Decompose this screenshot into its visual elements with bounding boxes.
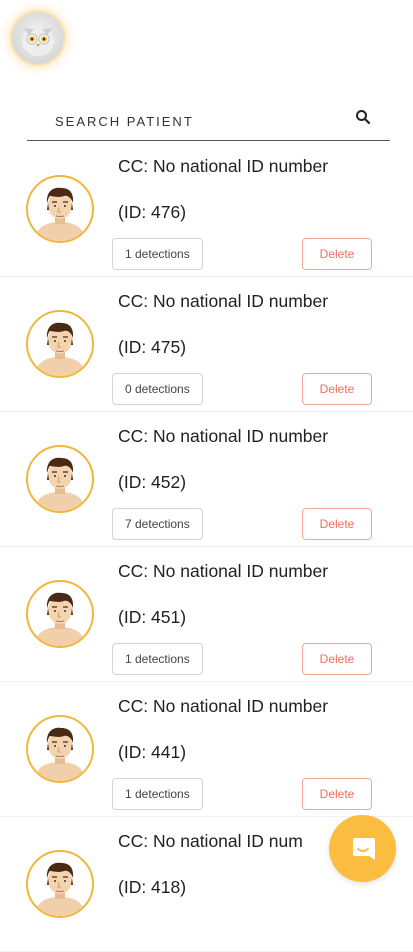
- patient-name: CC: No national ID number: [118, 696, 329, 716]
- patient-avatar-icon: [34, 862, 86, 916]
- patient-name: CC: No national ID number: [118, 426, 329, 446]
- search-bar: [27, 102, 390, 141]
- patient-name: CC: No national ID number: [118, 561, 329, 581]
- delete-button[interactable]: Delete: [302, 373, 372, 405]
- detections-button[interactable]: 0 detections: [112, 373, 203, 405]
- patient-avatar: [26, 175, 94, 243]
- detections-button[interactable]: 1 detections: [112, 643, 203, 675]
- patient-name: CC: No national ID num: [118, 831, 303, 851]
- detections-button[interactable]: 7 detections: [112, 508, 203, 540]
- patient-avatar-icon: [34, 592, 86, 646]
- delete-button[interactable]: Delete: [302, 508, 372, 540]
- patient-row[interactable]: CC: No national ID number (ID: 452) 7 de…: [0, 412, 413, 547]
- patient-avatar-icon: [34, 457, 86, 511]
- patient-avatar-icon: [34, 322, 86, 376]
- patient-id: (ID: 441): [118, 742, 187, 762]
- patient-name: CC: No national ID number: [118, 156, 329, 176]
- patient-id: (ID: 418): [118, 877, 187, 897]
- delete-button[interactable]: Delete: [302, 238, 372, 270]
- app-logo[interactable]: [12, 12, 64, 64]
- search-input[interactable]: [53, 108, 347, 134]
- patient-avatar: [26, 445, 94, 513]
- detections-button[interactable]: 1 detections: [112, 778, 203, 810]
- patient-row[interactable]: CC: No national ID number (ID: 441) 1 de…: [0, 682, 413, 817]
- detections-button[interactable]: 1 detections: [112, 238, 203, 270]
- patient-id: (ID: 451): [118, 607, 187, 627]
- patient-avatar: [26, 580, 94, 648]
- patient-avatar-icon: [34, 727, 86, 781]
- patient-id: (ID: 475): [118, 337, 187, 357]
- patient-id: (ID: 476): [118, 202, 187, 222]
- patient-id: (ID: 452): [118, 472, 187, 492]
- patient-avatar-icon: [34, 187, 86, 241]
- chat-button[interactable]: [329, 815, 396, 882]
- patient-row[interactable]: CC: No national ID number (ID: 475) 0 de…: [0, 277, 413, 412]
- search-icon[interactable]: [354, 108, 372, 126]
- patient-avatar: [26, 715, 94, 783]
- delete-button[interactable]: Delete: [302, 643, 372, 675]
- patient-avatar: [26, 850, 94, 918]
- owl-logo-icon: [22, 26, 54, 56]
- chat-icon: [352, 837, 375, 860]
- delete-button[interactable]: Delete: [302, 778, 372, 810]
- patient-avatar: [26, 310, 94, 378]
- patient-name: CC: No national ID number: [118, 291, 329, 311]
- patient-row[interactable]: CC: No national ID number (ID: 451) 1 de…: [0, 547, 413, 682]
- patient-row[interactable]: CC: No national ID number (ID: 476) 1 de…: [0, 142, 413, 277]
